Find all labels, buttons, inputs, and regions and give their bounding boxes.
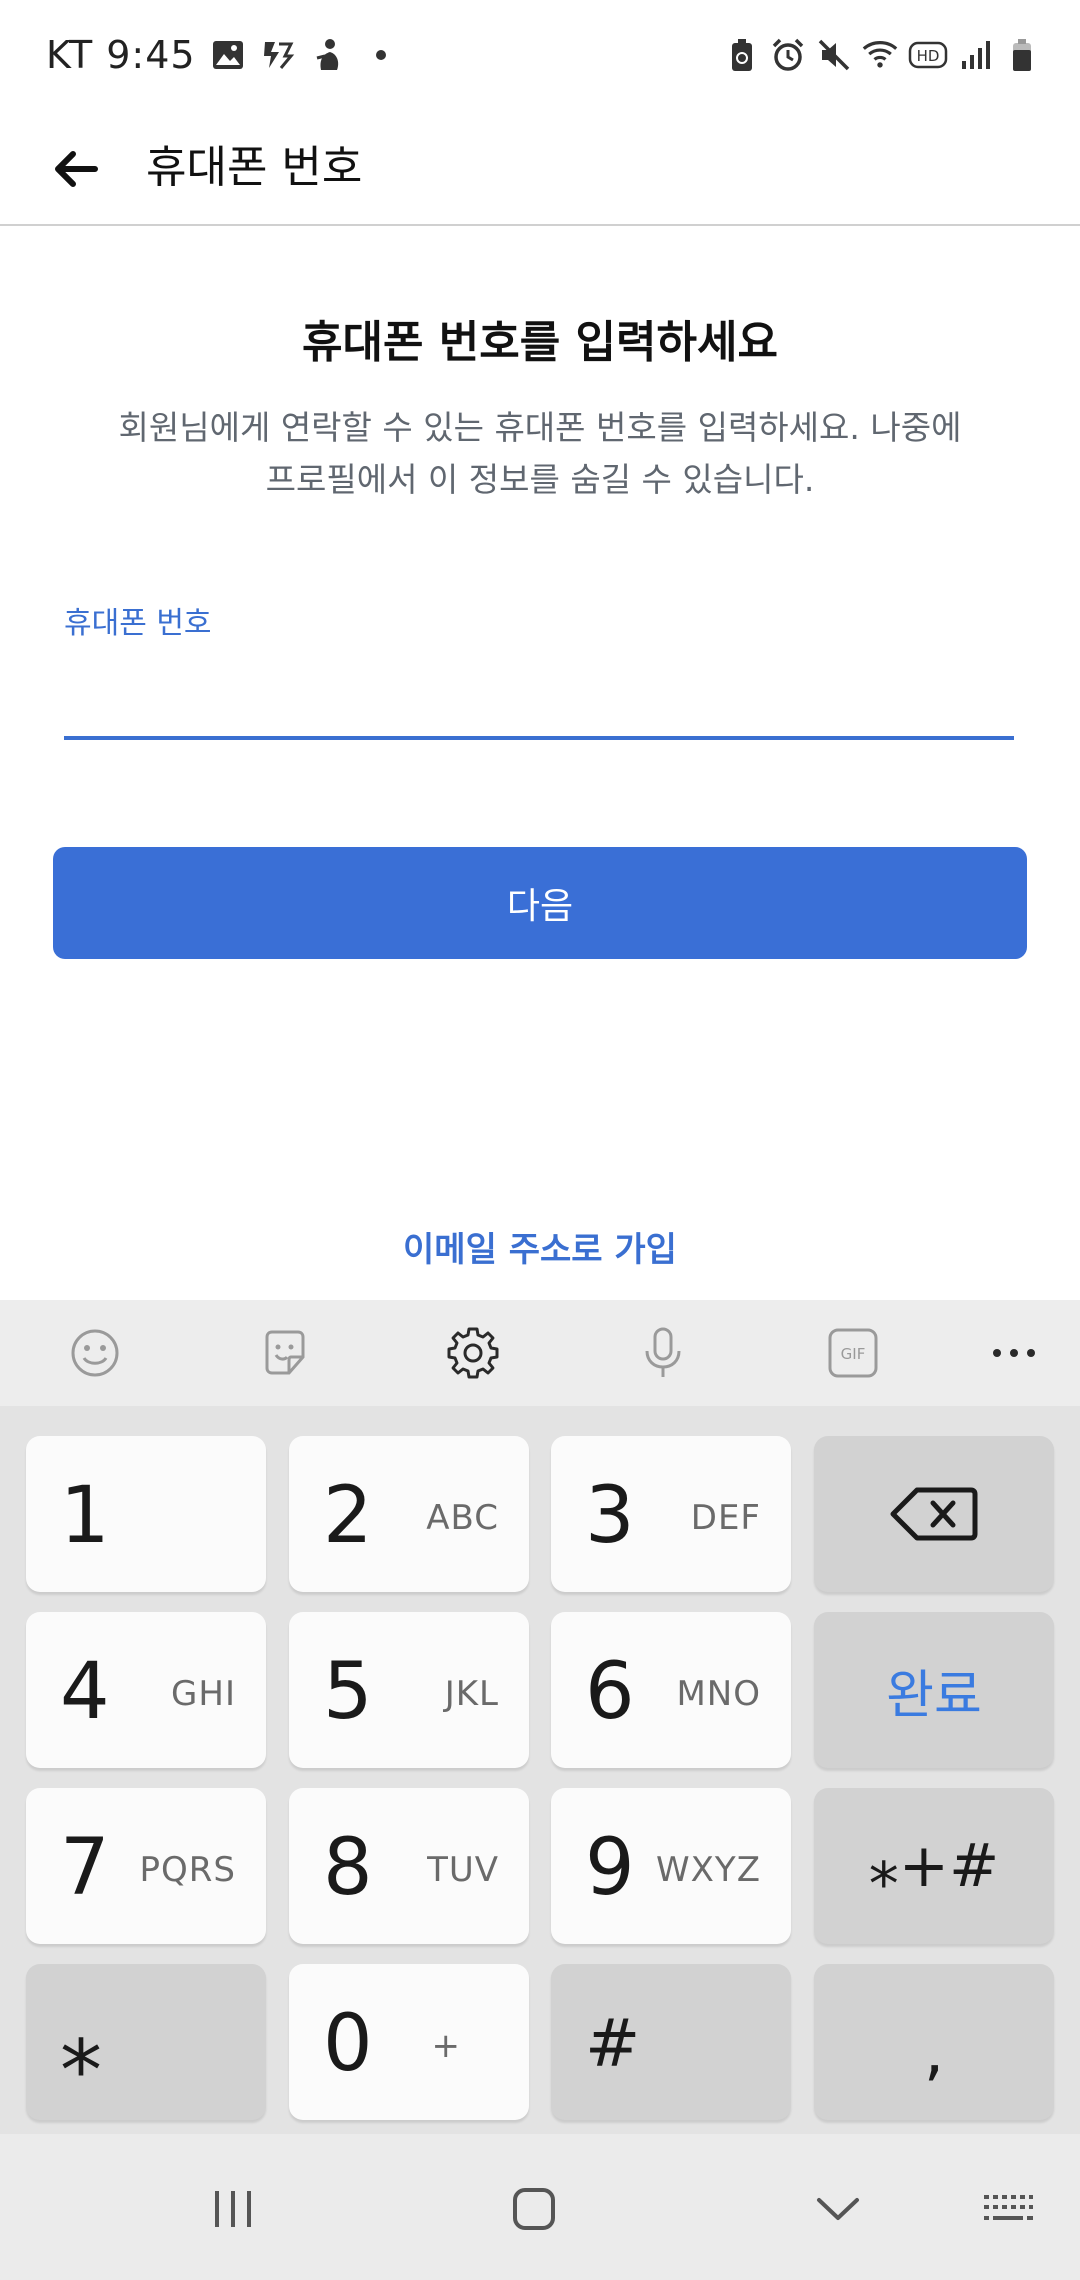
key-letters: MNO [676,1674,761,1714]
description-line-1: 회원님에게 연락할 수 있는 휴대폰 번호를 입력하세요. 나중에 [118,408,962,447]
key-letters: PQRS [139,1850,236,1890]
star-key[interactable]: ⁎ [26,1964,266,2120]
key-number: 9 [585,1823,635,1913]
symbols-label: ⁎+# [868,1831,1000,1901]
key-number: 1 [60,1471,110,1561]
key-plus: + [431,2026,461,2066]
description-line-2: 프로필에서 이 정보를 숨길 수 있습니다. [265,460,815,499]
form-description: 회원님에게 연락할 수 있는 휴대폰 번호를 입력하세요. 나중에 프로필에서 … [100,402,980,506]
home-icon [513,2188,555,2230]
app-bar: 휴대폰 번호 [0,110,1080,226]
key-9[interactable]: 9 WXYZ [551,1788,791,1944]
emoji-button[interactable] [62,1320,128,1386]
key-letters: DEF [690,1498,761,1538]
keyboard-icon [984,2195,1033,2220]
wifi-icon [862,37,898,73]
flash-off-icon [260,37,296,73]
microphone-icon [645,1327,681,1377]
gallery-icon [210,37,246,73]
battery-saver-icon [724,37,760,73]
star-label: ⁎ [60,1995,102,2093]
voice-input-button[interactable] [630,1320,696,1386]
phone-field-label: 휴대폰 번호 [64,606,212,641]
key-number: 3 [585,1471,635,1561]
arrow-left-icon [55,151,98,187]
home-button[interactable] [494,2174,574,2244]
hash-key[interactable]: # [551,1964,791,2120]
recent-apps-button[interactable] [193,2174,273,2244]
key-number: 7 [60,1823,110,1913]
key-3[interactable]: 3 DEF [551,1436,791,1592]
hd-icon: HD [908,37,948,73]
key-0[interactable]: 0 + [289,1964,529,2120]
key-letters: ABC [426,1498,499,1538]
gif-button[interactable]: GIF [820,1320,886,1386]
key-number: 4 [60,1647,110,1737]
key-number: 0 [323,1999,373,2089]
recent-apps-icon [215,2191,251,2227]
status-bar: KT 9:45 HD [0,0,1080,110]
key-8[interactable]: 8 TUV [289,1788,529,1944]
sticker-icon [265,1330,305,1375]
keyboard-toolbar: GIF [0,1300,1080,1406]
key-letters: TUV [427,1850,499,1890]
backspace-icon [890,1487,978,1541]
hash-label: # [585,2005,641,2082]
more-icon [993,1349,1035,1357]
signup-with-email-link[interactable]: 이메일 주소로 가입 [0,1222,1080,1271]
key-5[interactable]: 5 JKL [289,1612,529,1768]
comma-label: , [923,2015,945,2089]
key-letters: JKL [444,1674,499,1714]
gif-label: GIF [841,1345,866,1363]
navigation-bar [0,2134,1080,2280]
backspace-key[interactable] [814,1436,1054,1592]
comma-key[interactable]: , [814,1964,1054,2120]
key-number: 2 [323,1471,373,1561]
key-4[interactable]: 4 GHI [26,1612,266,1768]
sticker-button[interactable] [252,1320,318,1386]
symbols-key[interactable]: ⁎+# [814,1788,1054,1944]
settings-button[interactable] [440,1320,506,1386]
page-title: 휴대폰 번호 [146,142,363,193]
key-6[interactable]: 6 MNO [551,1612,791,1768]
next-button[interactable]: 다음 [53,847,1027,959]
key-number: 6 [585,1647,635,1737]
notification-dot [375,50,386,60]
hide-keyboard-button[interactable] [798,2174,878,2244]
key-number: 5 [323,1647,373,1737]
hd-label: HD [917,47,940,65]
mute-icon [816,37,852,73]
key-7[interactable]: 7 PQRS [26,1788,266,1944]
more-options-button[interactable] [981,1320,1047,1386]
emoji-icon [71,1329,119,1377]
signal-icon [958,37,994,73]
key-2[interactable]: 2 ABC [289,1436,529,1592]
keypad: 1 2 ABC 3 DEF 4 GHI 5 JKL 6 MNO 완료 7 PQR… [0,1406,1080,2134]
keyboard-switch-button[interactable] [968,2174,1048,2244]
gear-icon [447,1327,499,1379]
numeric-keyboard: GIF 1 2 ABC 3 DEF 4 GHI 5 JKL 6 MNO 완료 7… [0,1300,1080,2280]
alarm-icon [770,37,806,73]
done-label: 완료 [886,1665,982,1726]
phone-number-input[interactable] [64,650,1014,740]
key-letters: GHI [171,1674,236,1714]
battery-icon [1004,37,1040,73]
key-number: 8 [323,1823,373,1913]
form-heading: 휴대폰 번호를 입력하세요 [302,317,778,368]
done-key[interactable]: 완료 [814,1612,1054,1768]
gif-icon: GIF [828,1328,878,1378]
key-letters: WXYZ [656,1850,761,1890]
back-button[interactable] [40,134,110,204]
carrier-time: KT 9:45 [46,33,196,77]
chevron-down-icon [817,2198,859,2220]
key-1[interactable]: 1 [26,1436,266,1592]
figure-icon [310,37,346,73]
